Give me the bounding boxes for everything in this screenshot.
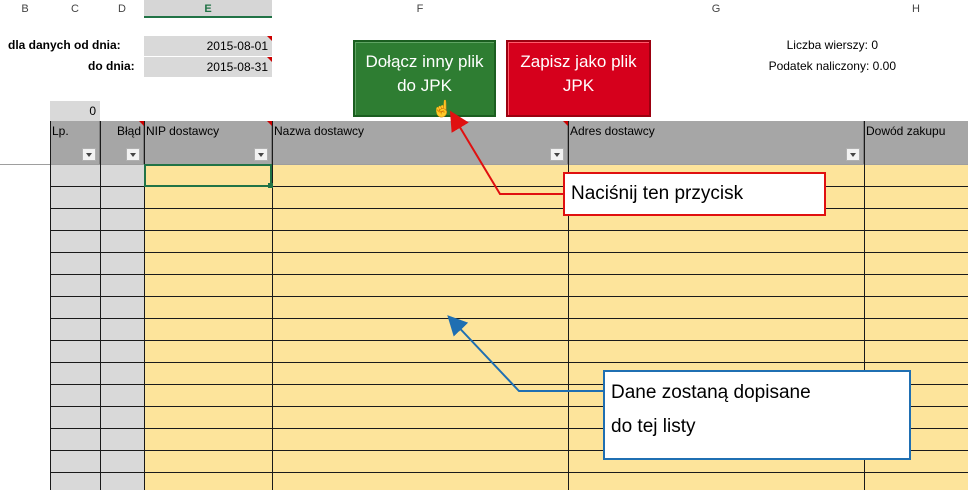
grid-line xyxy=(50,230,968,231)
grid-line xyxy=(50,340,968,341)
callout-line-1: Dane zostaną dopisane xyxy=(611,382,811,403)
grid-line xyxy=(100,121,101,490)
header-nip[interactable]: NIP dostawcy xyxy=(144,121,272,164)
grid-line xyxy=(50,362,968,363)
nip-column[interactable] xyxy=(144,164,272,490)
header-error[interactable]: Błąd xyxy=(100,121,144,164)
grid-line xyxy=(50,208,968,209)
filter-dropdown-icon[interactable] xyxy=(126,148,140,161)
tax-label: Podatek naliczony: 0.00 xyxy=(768,59,896,73)
filter-dropdown-icon[interactable] xyxy=(846,148,860,161)
rows-count-label: Liczba wierszy: 0 xyxy=(786,38,878,52)
column-header-e[interactable]: E xyxy=(144,0,273,18)
callout-line-2: do tej listy xyxy=(611,416,696,437)
header-supplier-address[interactable]: Adres dostawcy xyxy=(568,121,864,164)
column-header-b[interactable]: B xyxy=(0,0,51,18)
column-header-d[interactable]: D xyxy=(100,0,145,18)
spreadsheet: B C D E F G H dla danych od dnia: do dni… xyxy=(0,0,968,490)
column-header-f[interactable]: F xyxy=(272,0,569,18)
filter-dropdown-icon[interactable] xyxy=(550,148,564,161)
error-column[interactable] xyxy=(100,164,144,490)
append-jpk-button[interactable]: Dołącz inny plik do JPK xyxy=(353,40,496,117)
to-date-label: do dnia: xyxy=(88,59,135,73)
lp-column[interactable] xyxy=(50,164,100,490)
grid-line xyxy=(50,318,968,319)
header-lp[interactable]: Lp. xyxy=(50,121,100,164)
filter-dropdown-icon[interactable] xyxy=(254,148,268,161)
grid-line xyxy=(272,121,273,490)
press-button-callout: Naciśnij ten przycisk xyxy=(563,172,826,216)
header-purchase-doc[interactable]: Dowód zakupu xyxy=(864,121,968,164)
header-purchase-doc-label: Dowód zakupu xyxy=(866,124,946,138)
supplier-name-column[interactable] xyxy=(272,164,568,490)
row-count-cell[interactable]: 0 xyxy=(50,101,100,121)
grid-line xyxy=(50,472,968,473)
save-jpk-button[interactable]: Zapisz jako plik JPK xyxy=(506,40,651,117)
header-supplier-name-label: Nazwa dostawcy xyxy=(274,124,365,138)
grid-line xyxy=(50,252,968,253)
column-header-g[interactable]: G xyxy=(568,0,865,18)
grid-line xyxy=(50,274,968,275)
data-appended-callout: Dane zostaną dopisane do tej listy xyxy=(603,370,911,460)
header-error-label: Błąd xyxy=(116,124,141,138)
header-supplier-name[interactable]: Nazwa dostawcy xyxy=(272,121,568,164)
filter-dropdown-icon[interactable] xyxy=(82,148,96,161)
fill-handle[interactable] xyxy=(268,183,273,188)
column-header-h[interactable]: H xyxy=(864,0,968,18)
header-nip-label: NIP dostawcy xyxy=(146,124,220,138)
grid-line xyxy=(50,296,968,297)
column-header-c[interactable]: C xyxy=(50,0,101,18)
from-date-label: dla danych od dnia: xyxy=(8,38,121,52)
header-supplier-address-label: Adres dostawcy xyxy=(570,124,655,138)
header-lp-label: Lp. xyxy=(52,124,69,138)
comment-indicator xyxy=(267,36,272,41)
to-date-cell[interactable]: 2015-08-31 xyxy=(144,57,272,77)
comment-indicator xyxy=(267,57,272,62)
hand-cursor-icon: ☝ xyxy=(432,101,452,118)
selected-cell[interactable] xyxy=(144,164,272,187)
from-date-cell[interactable]: 2015-08-01 xyxy=(144,36,272,56)
grid-line xyxy=(50,121,51,490)
